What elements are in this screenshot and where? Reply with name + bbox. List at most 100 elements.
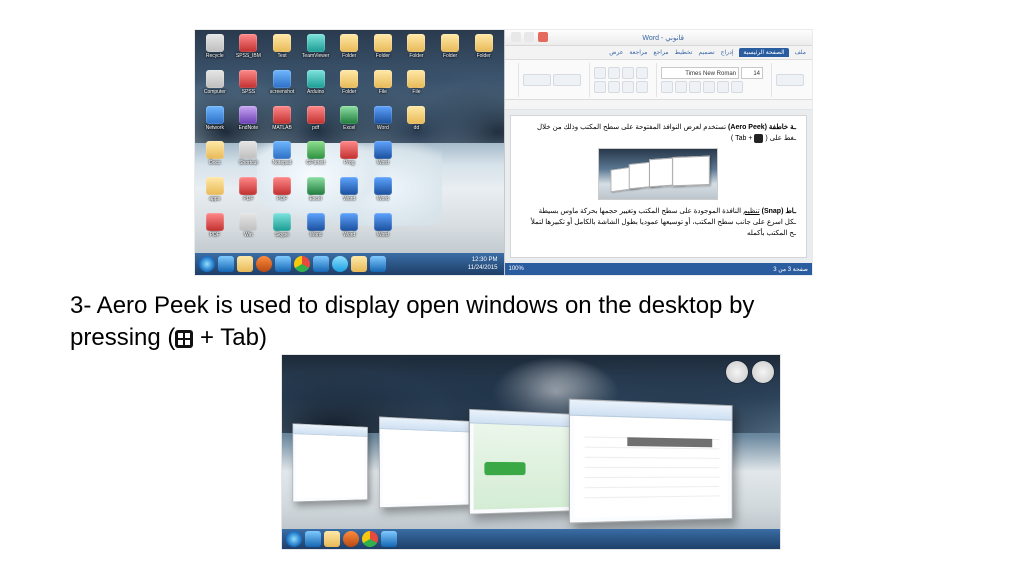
- desktop-icon[interactable]: Computer: [199, 70, 231, 104]
- desktop-icon[interactable]: [468, 70, 500, 104]
- desktop-icon[interactable]: Word: [367, 177, 399, 211]
- font-name-box[interactable]: Times New Roman: [661, 67, 739, 79]
- app-icon[interactable]: [275, 256, 291, 272]
- desktop-icon[interactable]: [401, 213, 433, 247]
- desktop-icon[interactable]: Folder: [401, 34, 433, 68]
- desktop-icon[interactable]: dd: [401, 106, 433, 140]
- start-button-icon[interactable]: [199, 256, 215, 272]
- desktop-icon[interactable]: [401, 177, 433, 211]
- desktop-icon[interactable]: Prog: [333, 141, 365, 175]
- desktop-icon[interactable]: Word: [333, 213, 365, 247]
- desktop-icon[interactable]: Recycle: [199, 34, 231, 68]
- desktop-icon[interactable]: apps: [199, 177, 231, 211]
- desktop-icon[interactable]: File: [401, 70, 433, 104]
- ribbon-tab[interactable]: إدراج: [721, 49, 734, 56]
- indent-button[interactable]: [608, 81, 620, 93]
- desktop-icon[interactable]: SPSS_IBM: [233, 34, 265, 68]
- desktop-icon[interactable]: [434, 177, 466, 211]
- chrome-icon[interactable]: [294, 256, 310, 272]
- desktop-icon[interactable]: Notepad: [266, 141, 298, 175]
- desktop-icon[interactable]: Folder: [333, 34, 365, 68]
- desktop-icon[interactable]: [468, 213, 500, 247]
- firefox-icon[interactable]: [343, 531, 359, 547]
- ribbon-tab[interactable]: تصميم: [698, 49, 714, 56]
- app-icon[interactable]: [381, 531, 397, 547]
- font-size-box[interactable]: 14: [741, 67, 763, 79]
- underline-button[interactable]: [689, 81, 701, 93]
- desktop-icon[interactable]: PDF: [199, 213, 231, 247]
- desktop-icon[interactable]: [434, 70, 466, 104]
- desktop-icon[interactable]: PDF: [266, 177, 298, 211]
- desktop-icon[interactable]: MATLAB: [266, 106, 298, 140]
- align-button[interactable]: [622, 67, 634, 79]
- bold-button[interactable]: [661, 81, 673, 93]
- close-icon[interactable]: [538, 32, 548, 42]
- italic-button[interactable]: [675, 81, 687, 93]
- desktop-icon[interactable]: [468, 106, 500, 140]
- desktop-icon[interactable]: Network: [199, 106, 231, 140]
- ribbon-tab[interactable]: مراجعة: [629, 49, 647, 56]
- align-button[interactable]: [636, 67, 648, 79]
- desktop-icon[interactable]: Word: [300, 213, 332, 247]
- numbering-button[interactable]: [608, 67, 620, 79]
- ribbon-tab[interactable]: مراجع: [653, 49, 668, 56]
- desktop-icon[interactable]: SPSS: [233, 70, 265, 104]
- desktop-icon[interactable]: TeamViewer: [300, 34, 332, 68]
- firefox-icon[interactable]: [256, 256, 272, 272]
- desktop-icon[interactable]: Skype: [266, 213, 298, 247]
- indent-button[interactable]: [594, 81, 606, 93]
- desktop-icon[interactable]: GParted: [300, 141, 332, 175]
- sort-button[interactable]: [622, 81, 634, 93]
- start-button-icon[interactable]: [286, 531, 302, 547]
- desktop-icon[interactable]: Folder: [434, 34, 466, 68]
- ie-icon[interactable]: [305, 531, 321, 547]
- style-button[interactable]: [553, 74, 581, 86]
- desktop-icon[interactable]: [434, 141, 466, 175]
- desktop-icon[interactable]: [401, 141, 433, 175]
- paste-button[interactable]: [776, 74, 804, 86]
- explorer-icon[interactable]: [237, 256, 253, 272]
- desktop-icon[interactable]: [468, 141, 500, 175]
- bullets-button[interactable]: [594, 67, 606, 79]
- desktop-icon[interactable]: Word: [367, 213, 399, 247]
- desktop-icon[interactable]: pdf: [300, 106, 332, 140]
- desktop-icon[interactable]: Excel: [300, 177, 332, 211]
- ribbon-tab[interactable]: ملف: [795, 49, 806, 56]
- desktop-icon[interactable]: Word: [367, 106, 399, 140]
- ribbon-tab[interactable]: عرض: [609, 49, 623, 56]
- app-icon[interactable]: [313, 256, 329, 272]
- folder-icon[interactable]: [351, 256, 367, 272]
- maximize-icon[interactable]: [524, 32, 534, 42]
- explorer-icon[interactable]: [324, 531, 340, 547]
- desktop-icon[interactable]: Folder: [468, 34, 500, 68]
- desktop-icon[interactable]: Test: [266, 34, 298, 68]
- desktop-icon[interactable]: Win: [233, 213, 265, 247]
- word-icon[interactable]: [370, 256, 386, 272]
- font-color-button[interactable]: [717, 81, 729, 93]
- desktop-icon[interactable]: Word: [333, 177, 365, 211]
- ribbon-tab[interactable]: الصفحة الرئيسية: [739, 48, 788, 57]
- desktop-icon[interactable]: screenshot: [266, 70, 298, 104]
- desktop-icon[interactable]: EndNote: [233, 106, 265, 140]
- desktop-icon[interactable]: Docs: [199, 141, 231, 175]
- desktop-icon[interactable]: Arduino: [300, 70, 332, 104]
- minimize-icon[interactable]: [511, 32, 521, 42]
- desktop-icon[interactable]: [434, 106, 466, 140]
- desktop-icon[interactable]: Word: [367, 141, 399, 175]
- desktop-icon[interactable]: [468, 177, 500, 211]
- strike-button[interactable]: [703, 81, 715, 93]
- style-button[interactable]: [523, 74, 551, 86]
- desktop-icon[interactable]: Folder: [333, 70, 365, 104]
- desktop-icon[interactable]: Excel: [333, 106, 365, 140]
- desktop-icon[interactable]: PDF: [233, 177, 265, 211]
- highlight-button[interactable]: [731, 81, 743, 93]
- desktop-icon[interactable]: Folder: [367, 34, 399, 68]
- ie-icon[interactable]: [218, 256, 234, 272]
- desktop-icon[interactable]: [434, 213, 466, 247]
- desktop-icon[interactable]: File: [367, 70, 399, 104]
- chrome-icon[interactable]: [362, 531, 378, 547]
- ribbon-tab[interactable]: تخطيط: [675, 49, 693, 56]
- shading-button[interactable]: [636, 81, 648, 93]
- skype-icon[interactable]: [332, 256, 348, 272]
- desktop-icon[interactable]: Shortcut: [233, 141, 265, 175]
